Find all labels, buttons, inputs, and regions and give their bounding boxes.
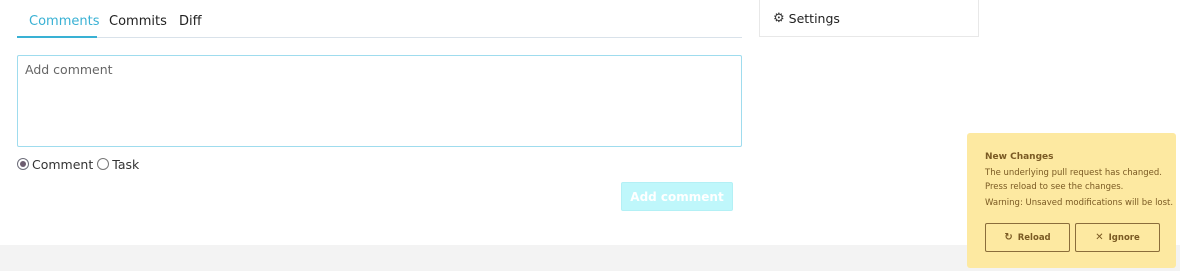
reload-label: Reload	[1017, 232, 1051, 243]
comment-type-selector: Comment Task	[17, 156, 143, 172]
ignore-label: Ignore	[1108, 232, 1140, 243]
active-tab-indicator	[17, 36, 97, 38]
reload-icon: ↻	[1004, 232, 1013, 243]
notification-warning: Warning: Unsaved modifications will be l…	[985, 198, 1174, 208]
notification-message: The underlying pull request has changed.…	[985, 167, 1162, 194]
settings-label: Settings	[788, 10, 840, 26]
notification-title: New Changes	[985, 152, 1054, 162]
tab-comments[interactable]: Comments	[29, 14, 99, 29]
gear-icon: ⚙	[773, 10, 785, 26]
notification-message-line1: The underlying pull request has changed.	[985, 168, 1162, 178]
task-radio[interactable]	[97, 158, 110, 170]
tab-bar: Comments Commits Diff	[17, 0, 742, 38]
comment-radio[interactable]	[17, 158, 29, 170]
notification-message-line2: Press reload to see the changes.	[985, 181, 1124, 192]
reload-button[interactable]: ↻ Reload	[985, 223, 1070, 252]
add-comment-button[interactable]: Add comment	[621, 182, 733, 211]
tab-commits[interactable]: Commits	[109, 14, 167, 29]
new-changes-notification: New Changes The underlying pull request …	[967, 133, 1176, 268]
ignore-button[interactable]: ✕ Ignore	[1075, 223, 1160, 252]
settings-panel[interactable]: ⚙ Settings	[759, 0, 979, 37]
close-icon: ✕	[1095, 232, 1104, 243]
task-radio-label[interactable]: Task	[112, 157, 139, 172]
comment-input[interactable]	[17, 55, 742, 147]
comment-radio-label[interactable]: Comment	[32, 157, 93, 172]
tab-diff[interactable]: Diff	[179, 14, 202, 29]
